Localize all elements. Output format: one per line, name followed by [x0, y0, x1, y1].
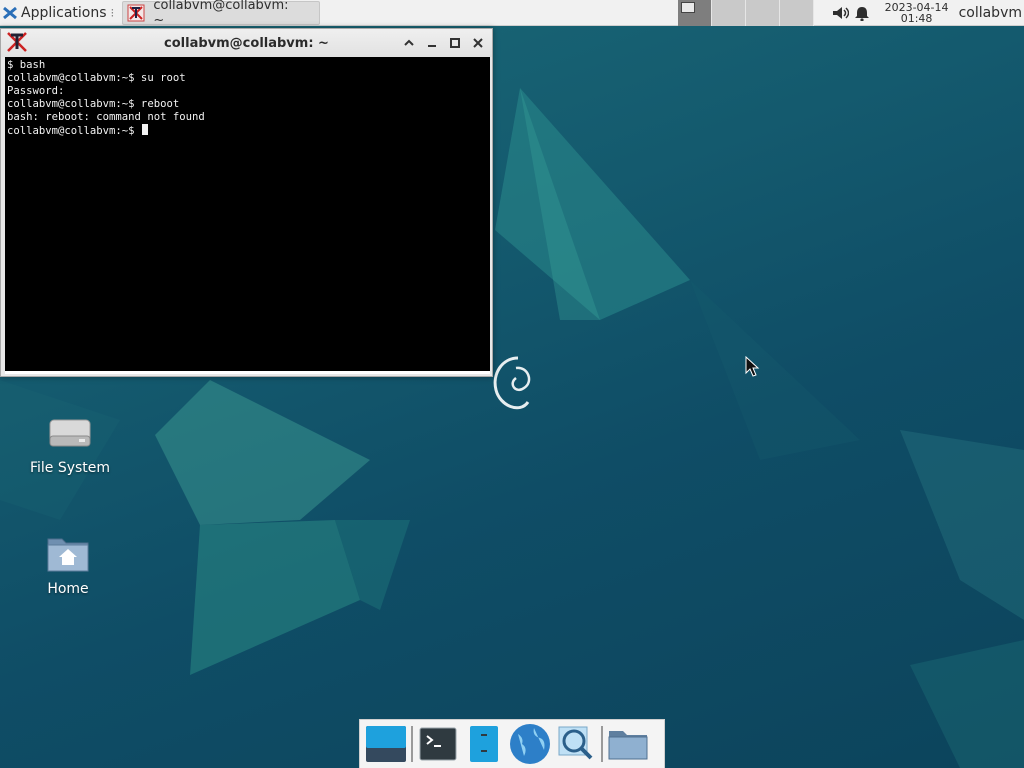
desktop-icon-label: File System — [29, 460, 111, 476]
workspace-4[interactable] — [780, 0, 814, 26]
menu-separator: ⁝ — [110, 5, 115, 20]
file-manager-icon[interactable] — [461, 721, 507, 767]
system-tray: 2023-04-14 01:48 collabvm — [829, 0, 1024, 26]
terminal-line: collabvm@collabvm:~$ su root — [7, 72, 186, 84]
terminal-line: bash: reboot: command not found — [7, 111, 205, 123]
terminal-line: collabvm@collabvm:~$ reboot — [7, 98, 180, 110]
dock-separator — [411, 726, 413, 762]
terminal-cursor — [141, 124, 148, 135]
user-menu[interactable]: collabvm — [959, 5, 1022, 21]
volume-icon[interactable] — [829, 5, 851, 21]
workspace-1[interactable] — [678, 0, 712, 26]
clock-time: 01:48 — [900, 12, 933, 25]
terminal-output[interactable]: $ bash collabvm@collabvm:~$ su root Pass… — [5, 57, 490, 374]
taskbar-button-label: collabvm@collabvm: ~ — [153, 0, 289, 28]
dock-panel — [359, 719, 665, 768]
folder-icon[interactable] — [605, 721, 651, 767]
shade-icon[interactable] — [401, 35, 417, 51]
terminal-prompt: collabvm@collabvm:~$ — [7, 125, 141, 137]
desktop-icon-home[interactable]: Home — [18, 533, 118, 597]
applications-label: Applications — [21, 4, 107, 21]
app-finder-icon[interactable] — [553, 721, 599, 767]
workspace-switcher[interactable] — [678, 0, 814, 26]
minimize-icon[interactable] — [424, 35, 440, 51]
drive-icon — [49, 419, 91, 447]
web-browser-icon[interactable] — [507, 721, 553, 767]
show-desktop-icon[interactable] — [363, 721, 409, 767]
dock-separator — [601, 726, 603, 762]
home-folder-icon — [47, 538, 89, 572]
terminal-line: Password: — [7, 85, 65, 97]
debian-swirl-logo — [493, 356, 531, 410]
maximize-icon[interactable] — [447, 35, 463, 51]
desktop-icon-label: Home — [47, 581, 89, 597]
taskbar-button-terminal[interactable]: collabvm@collabvm: ~ — [122, 0, 321, 28]
clock[interactable]: 2023-04-14 01:48 — [879, 2, 955, 24]
close-icon[interactable] — [470, 35, 486, 51]
workspace-3[interactable] — [746, 0, 780, 26]
terminal-app-icon — [127, 4, 145, 21]
terminal-titlebar[interactable]: collabvm@collabvm: ~ — [1, 29, 492, 57]
terminal-prompt-line[interactable]: collabvm@collabvm:~$ — [7, 124, 488, 137]
terminal-line: $ bash — [7, 59, 46, 71]
applications-menu[interactable]: Applications ⁝ — [0, 0, 118, 26]
xfce-logo-icon — [3, 6, 17, 19]
terminal-icon[interactable] — [415, 721, 461, 767]
mouse-pointer-icon — [745, 356, 760, 377]
desktop-icon-file-system[interactable]: File System — [20, 414, 120, 476]
terminal-window[interactable]: collabvm@collabvm: ~ $ bash collabvm@col… — [0, 28, 493, 377]
top-panel: Applications ⁝ collabvm@collabvm: ~ 2023… — [0, 0, 1024, 28]
notification-bell-icon[interactable] — [851, 5, 873, 21]
workspace-2[interactable] — [712, 0, 746, 26]
